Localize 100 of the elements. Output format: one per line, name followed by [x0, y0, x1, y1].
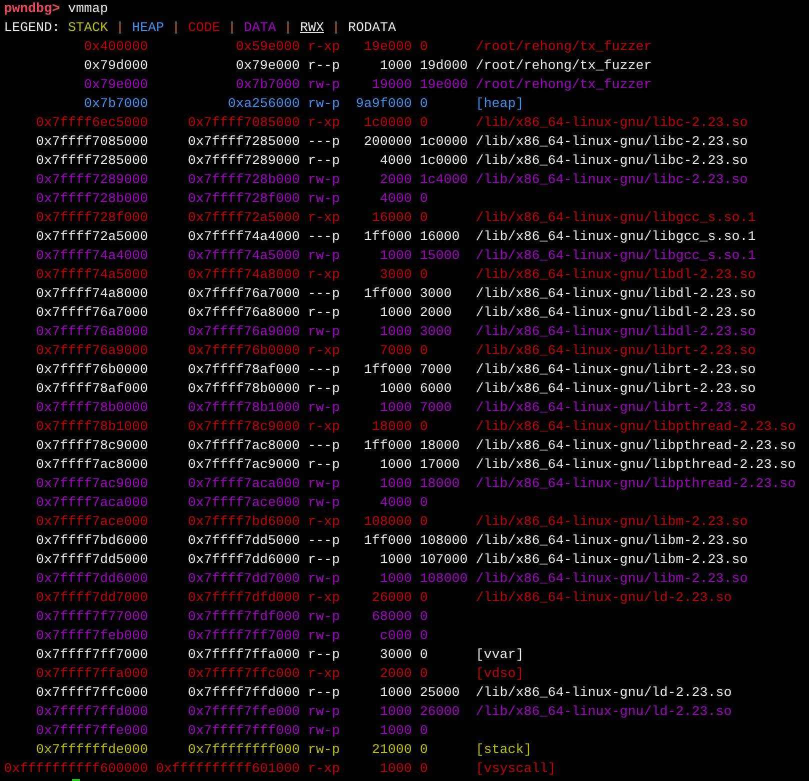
file-path: /lib/x86_64-linux-gnu/libpthread-2.23.so — [476, 476, 797, 494]
file-offset: 0 — [420, 39, 429, 57]
end-address: 0x7ffff74a4000 — [186, 229, 300, 247]
file-path: /lib/x86_64-linux-gnu/librt-2.23.so — [476, 362, 757, 380]
mapping-size: 1ff000 — [362, 286, 412, 304]
end-address: 0x7ffff7dd7000 — [186, 571, 300, 589]
end-address: 0x7ffff7ffd000 — [186, 685, 300, 703]
legend-separator: | — [116, 20, 124, 38]
file-offset: 0 — [420, 514, 429, 532]
mapping-size: 1000 — [378, 248, 412, 266]
file-path: [stack] — [476, 742, 533, 760]
start-address: 0x7ffffffde000 — [34, 742, 148, 760]
end-address: 0x7ffff7ff7000 — [186, 628, 300, 646]
file-offset: 0 — [420, 191, 429, 209]
permission-flags: r--p — [308, 305, 340, 323]
prompt-text: pwndbg> — [4, 1, 60, 19]
permission-flags: r-xp — [308, 666, 340, 684]
start-address: 0x400000 — [82, 39, 148, 57]
file-path: [vdso] — [476, 666, 525, 684]
file-offset: 3000 — [420, 286, 453, 304]
file-offset: 18000 — [420, 476, 461, 494]
legend-separator: | — [284, 20, 292, 38]
permission-flags: rw-p — [308, 172, 340, 190]
mapping-size: 68000 — [370, 609, 412, 627]
start-address: 0x7ffff7aca000 — [34, 495, 148, 513]
file-path: /root/rehong/tx_fuzzer — [476, 58, 653, 76]
file-path: /lib/x86_64-linux-gnu/librt-2.23.so — [476, 400, 757, 418]
end-address: 0x7ffff7aca000 — [186, 476, 300, 494]
file-offset: 0 — [420, 761, 429, 779]
mapping-size: 16000 — [370, 210, 412, 228]
mapping-size: 1ff000 — [362, 362, 412, 380]
start-address: 0x7ffff7feb000 — [34, 628, 148, 646]
permission-flags: rw-p — [308, 400, 340, 418]
start-address: 0x7ffff7ac9000 — [34, 476, 148, 494]
permission-flags: rw-p — [308, 571, 340, 589]
cursor — [72, 779, 80, 781]
file-path: /lib/x86_64-linux-gnu/libc-2.23.so — [476, 134, 749, 152]
file-offset: 19d000 — [420, 58, 468, 76]
file-offset: 0 — [420, 96, 429, 114]
start-address: 0x7ffff7ffa000 — [34, 666, 148, 684]
file-offset: 0 — [420, 343, 429, 361]
mapping-size: 1000 — [378, 400, 412, 418]
end-address: 0x7ffff7bd6000 — [186, 514, 300, 532]
start-address: 0xffffffffff600000 — [4, 761, 148, 779]
permission-flags: ---p — [308, 134, 340, 152]
permission-flags: r-xp — [308, 39, 340, 57]
file-offset: 0 — [420, 742, 429, 760]
file-path: /root/rehong/tx_fuzzer — [476, 39, 653, 57]
start-address: 0x7ffff78b1000 — [34, 419, 148, 437]
file-path: /lib/x86_64-linux-gnu/libdl-2.23.so — [476, 305, 757, 323]
command-text: vmmap — [68, 1, 108, 19]
mapping-size: 1ff000 — [362, 533, 412, 551]
end-address: 0x7ffff7dd6000 — [186, 552, 300, 570]
file-path: /lib/x86_64-linux-gnu/libc-2.23.so — [476, 115, 749, 133]
start-address: 0x7ffff7dd5000 — [34, 552, 148, 570]
mapping-size: 1000 — [378, 571, 412, 589]
end-address: 0x7ffff7dfd000 — [186, 590, 300, 608]
start-address: 0x7ffff78b0000 — [34, 400, 148, 418]
mapping-size: 4000 — [378, 153, 412, 171]
end-address: 0x7ffff7fff000 — [186, 723, 300, 741]
start-address: 0x7ffff7dd6000 — [34, 571, 148, 589]
mapping-size: 1000 — [378, 476, 412, 494]
file-path: /lib/x86_64-linux-gnu/libgcc_s.so.1 — [476, 210, 757, 228]
start-address: 0x79e000 — [82, 77, 148, 95]
file-offset: 17000 — [420, 457, 461, 475]
end-address: 0x7ffff7085000 — [186, 115, 300, 133]
legend-item: CODE — [188, 20, 220, 38]
file-path: /lib/x86_64-linux-gnu/libpthread-2.23.so — [476, 419, 797, 437]
permission-flags: rw-p — [308, 704, 340, 722]
mapping-size: 1000 — [378, 704, 412, 722]
file-offset: 1c0000 — [420, 134, 468, 152]
permission-flags: rw-p — [308, 609, 340, 627]
file-offset: 0 — [420, 115, 429, 133]
mapping-size: 4000 — [378, 191, 412, 209]
mapping-size: 1ff000 — [362, 229, 412, 247]
mapping-size: 9a9f000 — [354, 96, 412, 114]
start-address: 0x7ffff7dd7000 — [34, 590, 148, 608]
start-address: 0x7ffff74a5000 — [34, 267, 148, 285]
mapping-size: 1000 — [378, 381, 412, 399]
mapping-size: 3000 — [378, 267, 412, 285]
file-path: /lib/x86_64-linux-gnu/libc-2.23.so — [476, 153, 749, 171]
start-address: 0x7b7000 — [82, 96, 148, 114]
file-offset: 0 — [420, 723, 429, 741]
permission-flags: ---p — [308, 229, 340, 247]
end-address: 0x7ffff78c9000 — [186, 419, 300, 437]
end-address: 0x7ffff76a7000 — [186, 286, 300, 304]
permission-flags: r--p — [308, 381, 340, 399]
mapping-size: 1000 — [378, 324, 412, 342]
end-address: 0x7b7000 — [234, 77, 300, 95]
start-address: 0x7ffff6ec5000 — [34, 115, 148, 133]
start-address: 0x7ffff72a5000 — [34, 229, 148, 247]
permission-flags: r--p — [308, 552, 340, 570]
start-address: 0x7ffff76b0000 — [34, 362, 148, 380]
permission-flags: r--p — [308, 58, 340, 76]
permission-flags: rw-p — [308, 628, 340, 646]
mapping-size: 19000 — [370, 77, 412, 95]
start-address: 0x7ffff74a8000 — [34, 286, 148, 304]
permission-flags: rw-p — [308, 191, 340, 209]
end-address: 0x59e000 — [234, 39, 300, 57]
start-address: 0x7ffff7ff7000 — [34, 647, 148, 665]
